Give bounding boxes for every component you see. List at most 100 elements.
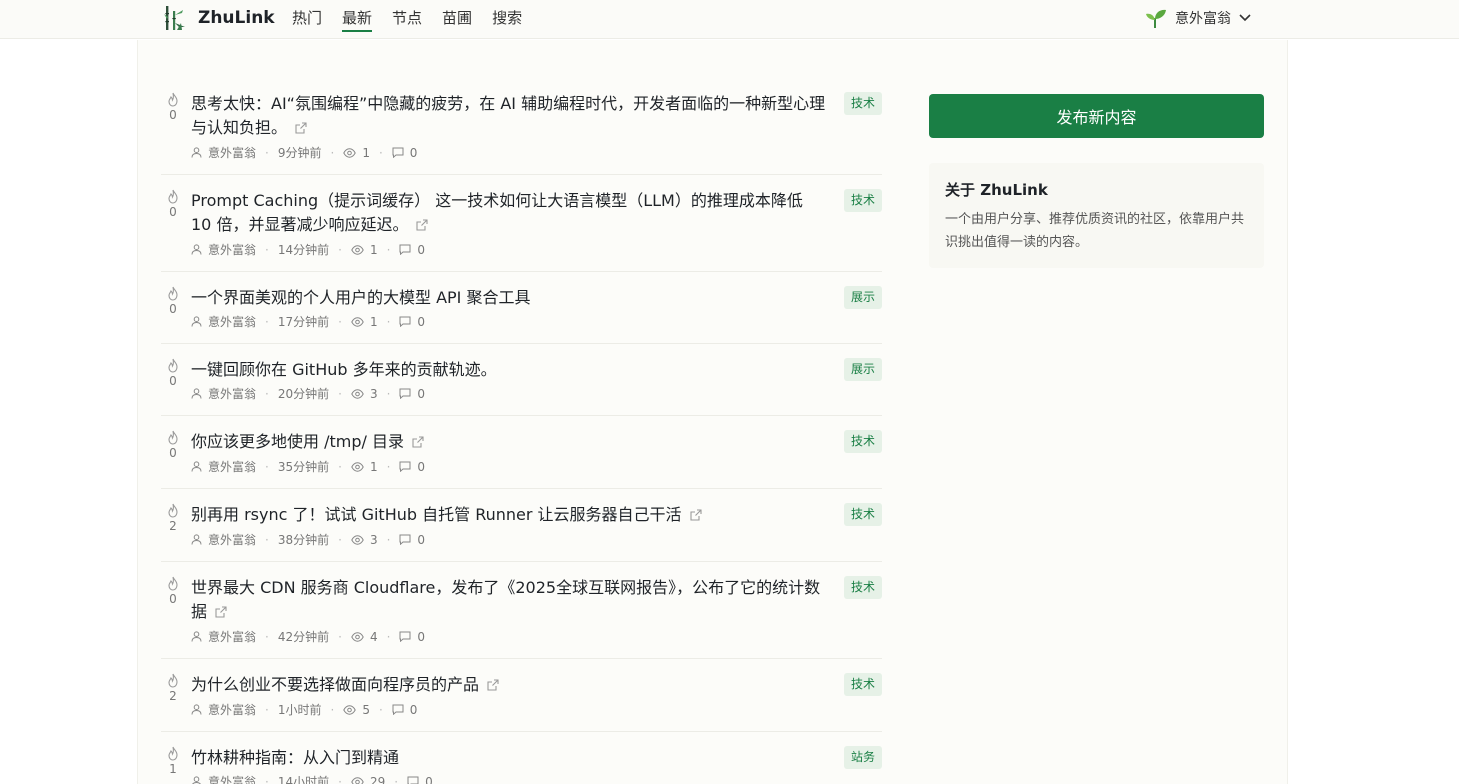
vote-widget[interactable]: 1 bbox=[161, 746, 185, 777]
vote-widget[interactable]: 0 bbox=[161, 286, 185, 317]
post-time: 38分钟前 bbox=[277, 533, 330, 547]
post-title-text[interactable]: 你应该更多地使用 /tmp/ 目录 bbox=[191, 432, 404, 451]
separator-dot: · bbox=[265, 459, 269, 474]
nav-item-2[interactable]: 节点 bbox=[392, 0, 422, 39]
vote-count: 1 bbox=[169, 762, 177, 776]
post-tag[interactable]: 技术 bbox=[843, 189, 882, 212]
nav-item-4[interactable]: 搜索 bbox=[492, 0, 522, 39]
vote-widget[interactable]: 2 bbox=[161, 673, 185, 704]
post-tag[interactable]: 展示 bbox=[843, 286, 882, 309]
comment-count[interactable]: 0 bbox=[410, 703, 418, 717]
external-link-icon[interactable] bbox=[487, 674, 499, 698]
comment-count[interactable]: 0 bbox=[417, 315, 425, 329]
eye-icon bbox=[351, 534, 364, 545]
post-title[interactable]: 竹林耕种指南：从入门到精通 bbox=[191, 746, 826, 770]
comment-count[interactable]: 0 bbox=[417, 387, 425, 401]
vote-count: 0 bbox=[169, 592, 177, 606]
vote-widget[interactable]: 0 bbox=[161, 189, 185, 220]
sprout-avatar-icon bbox=[1146, 9, 1166, 28]
vote-widget[interactable]: 0 bbox=[161, 430, 185, 461]
flame-upvote-icon[interactable] bbox=[161, 189, 185, 204]
flame-upvote-icon[interactable] bbox=[161, 673, 185, 688]
post-tag[interactable]: 技术 bbox=[843, 92, 882, 115]
comment-icon bbox=[399, 244, 411, 255]
post-row: 0 你应该更多地使用 /tmp/ 目录 意外富翁 · 35分钟前 · 1 · 0 技术 bbox=[161, 416, 882, 489]
nav-item-0[interactable]: 热门 bbox=[292, 0, 322, 39]
post-list: 0 思考太快：AI“氛围编程”中隐藏的疲劳，在 AI 辅助编程时代，开发者面临的一… bbox=[161, 78, 882, 784]
post-row: 1 竹林耕种指南：从入门到精通 意外富翁 · 14小时前 · 29 · 0 站务 bbox=[161, 732, 882, 784]
external-link-icon[interactable] bbox=[416, 214, 429, 238]
user-menu[interactable]: 意外富翁 bbox=[1145, 8, 1251, 28]
comment-icon bbox=[407, 776, 419, 784]
separator-dot: · bbox=[265, 702, 269, 717]
post-title-text[interactable]: 一个界面美观的个人用户的大模型 API 聚合工具 bbox=[191, 288, 531, 307]
post-title-text[interactable]: 别再用 rsync 了！试试 GitHub 自托管 Runner 让云服务器自己… bbox=[191, 505, 682, 524]
comment-icon bbox=[399, 316, 411, 327]
post-tag[interactable]: 展示 bbox=[843, 358, 882, 381]
post-author[interactable]: 意外富翁 bbox=[208, 313, 256, 330]
flame-upvote-icon[interactable] bbox=[161, 503, 185, 518]
vote-widget[interactable]: 0 bbox=[161, 576, 185, 607]
post-tag[interactable]: 技术 bbox=[843, 576, 882, 599]
post-title-text[interactable]: 世界最大 CDN 服务商 Cloudflare，发布了《2025全球互联网报告》… bbox=[191, 578, 820, 621]
post-author[interactable]: 意外富翁 bbox=[208, 628, 256, 645]
post-author[interactable]: 意外富翁 bbox=[208, 531, 256, 548]
post-title[interactable]: 别再用 rsync 了！试试 GitHub 自托管 Runner 让云服务器自己… bbox=[191, 503, 826, 528]
comment-count[interactable]: 0 bbox=[417, 460, 425, 474]
post-title[interactable]: 为什么创业不要选择做面向程序员的产品 bbox=[191, 673, 826, 698]
post-author[interactable]: 意外富翁 bbox=[208, 241, 256, 258]
external-link-icon[interactable] bbox=[215, 601, 227, 625]
separator-dot: · bbox=[338, 459, 342, 474]
post-title[interactable]: 你应该更多地使用 /tmp/ 目录 bbox=[191, 430, 826, 455]
view-count: 4 bbox=[369, 629, 378, 644]
brand[interactable]: ZhuLink bbox=[163, 5, 275, 31]
nav-item-3[interactable]: 苗圃 bbox=[442, 0, 472, 39]
comment-count[interactable]: 0 bbox=[417, 243, 425, 257]
comment-count[interactable]: 0 bbox=[410, 146, 418, 160]
post-title-text[interactable]: 竹林耕种指南：从入门到精通 bbox=[191, 748, 399, 767]
post-tag[interactable]: 技术 bbox=[843, 503, 882, 526]
vote-widget[interactable]: 2 bbox=[161, 503, 185, 534]
post-tag[interactable]: 技术 bbox=[843, 430, 882, 453]
post-author[interactable]: 意外富翁 bbox=[208, 773, 256, 784]
flame-upvote-icon[interactable] bbox=[161, 746, 185, 761]
separator-dot: · bbox=[378, 145, 383, 160]
nav-item-1[interactable]: 最新 bbox=[342, 0, 373, 39]
user-icon bbox=[191, 776, 202, 784]
post-title-text[interactable]: 一键回顾你在 GitHub 多年来的贡献轨迹。 bbox=[191, 360, 497, 379]
post-title-text[interactable]: 思考太快：AI“氛围编程”中隐藏的疲劳，在 AI 辅助编程时代，开发者面临的一种… bbox=[191, 94, 825, 137]
flame-upvote-icon[interactable] bbox=[161, 576, 185, 591]
flame-upvote-icon[interactable] bbox=[161, 358, 185, 373]
vote-widget[interactable]: 0 bbox=[161, 92, 185, 123]
post-tag[interactable]: 技术 bbox=[843, 673, 882, 696]
separator-dot: · bbox=[386, 629, 391, 644]
post-title[interactable]: 思考太快：AI“氛围编程”中隐藏的疲劳，在 AI 辅助编程时代，开发者面临的一种… bbox=[191, 92, 826, 141]
separator-dot: · bbox=[394, 774, 399, 784]
post-title-text[interactable]: 为什么创业不要选择做面向程序员的产品 bbox=[191, 675, 479, 694]
separator-dot: · bbox=[386, 532, 391, 547]
flame-upvote-icon[interactable] bbox=[161, 92, 185, 107]
comment-count[interactable]: 0 bbox=[417, 533, 425, 547]
post-title[interactable]: 一个界面美观的个人用户的大模型 API 聚合工具 bbox=[191, 286, 826, 310]
post-author[interactable]: 意外富翁 bbox=[208, 701, 256, 718]
comment-count[interactable]: 0 bbox=[425, 775, 433, 784]
view-count: 1 bbox=[369, 242, 378, 257]
post-title[interactable]: Prompt Caching（提示词缓存） 这一技术如何让大语言模型（LLM）的… bbox=[191, 189, 826, 238]
post-title[interactable]: 世界最大 CDN 服务商 Cloudflare，发布了《2025全球互联网报告》… bbox=[191, 576, 826, 625]
flame-upvote-icon[interactable] bbox=[161, 286, 185, 301]
eye-icon bbox=[351, 316, 364, 327]
flame-upvote-icon[interactable] bbox=[161, 430, 185, 445]
separator-dot: · bbox=[338, 242, 342, 257]
external-link-icon[interactable] bbox=[295, 117, 307, 141]
external-link-icon[interactable] bbox=[689, 504, 702, 528]
post-author[interactable]: 意外富翁 bbox=[208, 144, 256, 161]
post-tag[interactable]: 站务 bbox=[843, 746, 882, 769]
publish-button[interactable]: 发布新内容 bbox=[929, 94, 1264, 138]
post-title[interactable]: 一键回顾你在 GitHub 多年来的贡献轨迹。 bbox=[191, 358, 826, 382]
comment-count[interactable]: 0 bbox=[417, 630, 425, 644]
post-author[interactable]: 意外富翁 bbox=[208, 385, 256, 402]
post-author[interactable]: 意外富翁 bbox=[208, 458, 256, 475]
vote-widget[interactable]: 0 bbox=[161, 358, 185, 389]
post-title-text[interactable]: Prompt Caching（提示词缓存） 这一技术如何让大语言模型（LLM）的… bbox=[191, 191, 803, 234]
external-link-icon[interactable] bbox=[412, 431, 424, 455]
